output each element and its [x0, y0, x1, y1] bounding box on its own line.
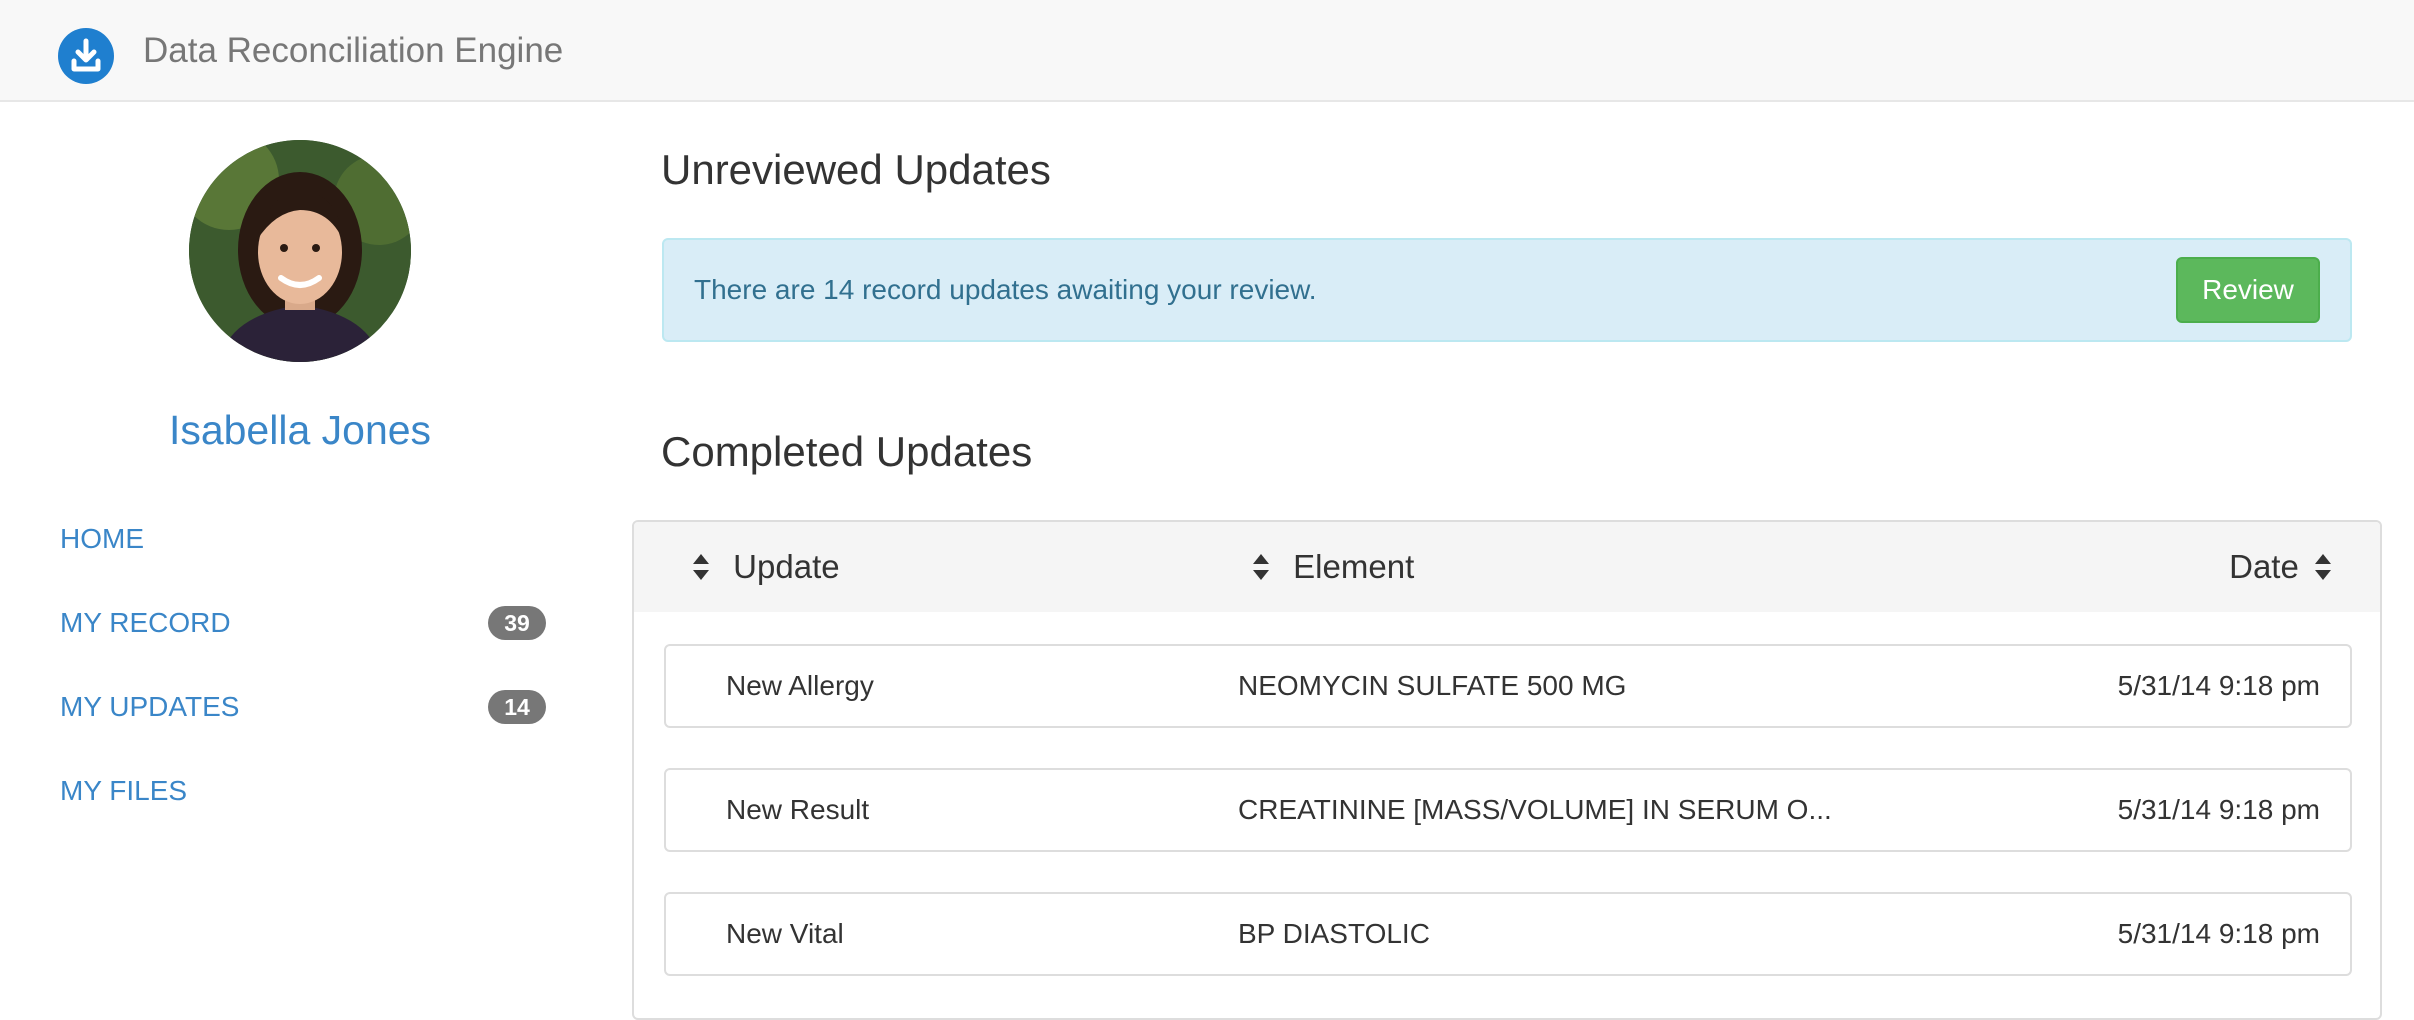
alert-message: There are 14 record updates awaiting you…	[694, 274, 1317, 305]
sort-icon	[2314, 552, 2332, 582]
table-row[interactable]: New Allergy NEOMYCIN SULFATE 500 MG 5/31…	[664, 644, 2352, 728]
cell-element: BP DIASTOLIC	[1238, 918, 1430, 949]
completed-updates-table: Update Element Date New Allergy NEOMYCIN…	[632, 520, 2382, 1020]
column-header-update[interactable]: Update	[692, 522, 840, 612]
sidebar-item-my-record[interactable]: MY RECORD 39	[58, 598, 546, 648]
completed-heading: Completed Updates	[661, 428, 1033, 475]
count-badge: 39	[488, 606, 546, 640]
user-name[interactable]: Isabella Jones	[0, 400, 600, 460]
cell-element: NEOMYCIN SULFATE 500 MG	[1238, 670, 1627, 701]
sidebar-item-my-updates[interactable]: MY UPDATES 14	[58, 682, 546, 732]
table-row[interactable]: New Result CREATININE [MASS/VOLUME] IN S…	[664, 768, 2352, 852]
cell-update: New Vital	[726, 918, 844, 949]
top-navbar: Data Reconciliation Engine	[0, 0, 2414, 102]
download-icon[interactable]	[58, 28, 114, 84]
sort-icon	[692, 552, 710, 582]
cell-update: New Result	[726, 794, 870, 825]
avatar	[189, 140, 411, 362]
review-button[interactable]: Review	[2176, 257, 2320, 323]
cell-date: 5/31/14 9:18 pm	[2117, 918, 2320, 949]
column-header-label: Date	[2229, 548, 2299, 585]
column-header-label: Update	[733, 548, 840, 585]
sidebar-item-home[interactable]: HOME	[58, 514, 546, 564]
column-header-element[interactable]: Element	[1252, 522, 1414, 612]
review-alert: There are 14 record updates awaiting you…	[662, 238, 2352, 342]
sidebar-item-label: MY FILES	[60, 775, 188, 806]
app-title[interactable]: Data Reconciliation Engine	[143, 28, 563, 74]
column-header-date[interactable]: Date	[2229, 522, 2332, 612]
sort-icon	[1252, 552, 1270, 582]
sidebar-item-label: MY UPDATES	[60, 691, 240, 722]
sidebar-item-my-files[interactable]: MY FILES	[58, 766, 546, 816]
sidebar-item-label: HOME	[60, 523, 144, 554]
count-badge: 14	[488, 690, 546, 724]
cell-date: 5/31/14 9:18 pm	[2117, 670, 2320, 701]
cell-update: New Allergy	[726, 670, 874, 701]
sidebar-item-label: MY RECORD	[60, 607, 231, 638]
cell-element: CREATININE [MASS/VOLUME] IN SERUM O...	[1238, 794, 1832, 825]
unreviewed-heading: Unreviewed Updates	[661, 146, 1051, 193]
cell-date: 5/31/14 9:18 pm	[2117, 794, 2320, 825]
column-header-label: Element	[1293, 548, 1415, 585]
table-row[interactable]: New Vital BP DIASTOLIC 5/31/14 9:18 pm	[664, 892, 2352, 976]
table-header: Update Element Date	[634, 522, 2380, 612]
